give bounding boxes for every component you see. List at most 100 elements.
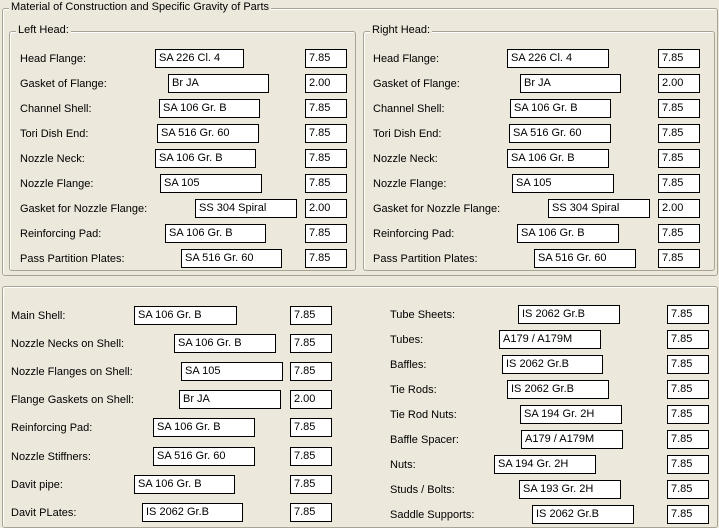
tubes-material-field-2[interactable]: IS 2062 Gr.B: [502, 355, 603, 374]
left-head-sg-field-4[interactable]: 7.85: [305, 149, 347, 168]
left-head-material-field-7[interactable]: SA 106 Gr. B: [165, 224, 266, 243]
tubes-label-8: Saddle Supports:: [390, 509, 475, 521]
tubes-label-3: Tie Rods:: [390, 384, 437, 396]
left-head-label-8: Pass Partition Plates:: [20, 253, 125, 265]
tubes-material-field-4[interactable]: SA 194 Gr. 2H: [520, 405, 622, 424]
shell-label-2: Nozzle Flanges on Shell:: [11, 366, 133, 378]
left-head-sg-field-2[interactable]: 7.85: [305, 99, 347, 118]
right-head-sg-field-8[interactable]: 7.85: [658, 249, 700, 268]
left-head-sg-field-1[interactable]: 2.00: [305, 74, 347, 93]
right-head-label-0: Head Flange:: [373, 53, 440, 65]
shell-sg-field-4[interactable]: 7.85: [290, 418, 332, 437]
left-head-sg-field-6[interactable]: 2.00: [305, 199, 347, 218]
left-head-label-2: Channel Shell:: [20, 103, 92, 115]
right-head-sg-field-0[interactable]: 7.85: [658, 49, 700, 68]
shell-sg-field-7[interactable]: 7.85: [290, 503, 332, 522]
left-head-material-field-5[interactable]: SA 105: [160, 174, 262, 193]
shell-sg-field-3[interactable]: 2.00: [290, 390, 332, 409]
right-head-label-8: Pass Partition Plates:: [373, 253, 478, 265]
tubes-material-field-8[interactable]: IS 2062 Gr.B: [532, 505, 634, 524]
tubes-sg-field-8[interactable]: 7.85: [667, 505, 709, 524]
shell-material-field-7[interactable]: IS 2062 Gr.B: [142, 503, 243, 522]
shell-material-field-1[interactable]: SA 106 Gr. B: [174, 334, 276, 353]
shell-material-field-5[interactable]: SA 516 Gr. 60: [153, 447, 255, 466]
left-head-sg-field-5[interactable]: 7.85: [305, 174, 347, 193]
right-head-material-field-3[interactable]: SA 516 Gr. 60: [509, 124, 611, 143]
tubes-label-0: Tube Sheets:: [390, 309, 456, 321]
tubes-sg-field-7[interactable]: 7.85: [667, 480, 709, 499]
tubes-sg-field-4[interactable]: 7.85: [667, 405, 709, 424]
tubes-material-field-3[interactable]: IS 2062 Gr.B: [507, 380, 609, 399]
tubes-label-7: Studs / Bolts:: [390, 484, 455, 496]
left-head-label-4: Nozzle Neck:: [20, 153, 85, 165]
tubes-label-2: Baffles:: [390, 359, 427, 371]
top-group-title: Material of Construction and Specific Gr…: [9, 1, 271, 13]
right-head-label-6: Gasket for Nozzle Flange:: [373, 203, 501, 215]
left-head-material-field-0[interactable]: SA 226 Cl. 4: [155, 49, 244, 68]
right-head-sg-field-2[interactable]: 7.85: [658, 99, 700, 118]
right-head-sg-field-3[interactable]: 7.85: [658, 124, 700, 143]
shell-label-0: Main Shell:: [11, 310, 66, 322]
right-head-label-4: Nozzle Neck:: [373, 153, 438, 165]
tubes-material-field-1[interactable]: A179 / A179M: [499, 330, 601, 349]
right-head-material-field-6[interactable]: SS 304 Spiral: [548, 199, 650, 218]
shell-sg-field-6[interactable]: 7.85: [290, 475, 332, 494]
tubes-sg-field-3[interactable]: 7.85: [667, 380, 709, 399]
shell-label-6: Davit pipe:: [11, 479, 63, 491]
tubes-sg-field-1[interactable]: 7.85: [667, 330, 709, 349]
shell-label-5: Nozzle Stiffners:: [11, 451, 91, 463]
left-head-material-field-6[interactable]: SS 304 Spiral: [195, 199, 297, 218]
right-head-material-field-7[interactable]: SA 106 Gr. B: [517, 224, 619, 243]
shell-material-field-2[interactable]: SA 105: [181, 362, 283, 381]
left-head-material-field-8[interactable]: SA 516 Gr. 60: [181, 249, 282, 268]
right-head-sg-field-1[interactable]: 2.00: [658, 74, 700, 93]
right-head-material-field-1[interactable]: Br JA: [520, 74, 621, 93]
left-head-sg-field-0[interactable]: 7.85: [305, 49, 347, 68]
shell-material-field-4[interactable]: SA 106 Gr. B: [153, 418, 255, 437]
tubes-label-1: Tubes:: [390, 334, 424, 346]
right-head-sg-field-7[interactable]: 7.85: [658, 224, 700, 243]
left-head-label-1: Gasket of Flange:: [20, 78, 107, 90]
left-head-label-7: Reinforcing Pad:: [20, 228, 102, 240]
right-head-sg-field-6[interactable]: 2.00: [658, 199, 700, 218]
right-head-material-field-0[interactable]: SA 226 Cl. 4: [507, 49, 609, 68]
right-head-material-field-4[interactable]: SA 106 Gr. B: [507, 149, 609, 168]
right-head-label-7: Reinforcing Pad:: [373, 228, 455, 240]
right-head-material-field-8[interactable]: SA 516 Gr. 60: [534, 249, 636, 268]
left-head-label-6: Gasket for Nozzle Flange:: [20, 203, 148, 215]
tubes-sg-field-6[interactable]: 7.85: [667, 455, 709, 474]
right-head-label-3: Tori Dish End:: [373, 128, 442, 140]
tubes-sg-field-5[interactable]: 7.85: [667, 430, 709, 449]
left-head-label-3: Tori Dish End:: [20, 128, 89, 140]
left-head-material-field-1[interactable]: Br JA: [168, 74, 269, 93]
left-head-title: Left Head:: [16, 24, 71, 36]
shell-sg-field-2[interactable]: 7.85: [290, 362, 332, 381]
left-head-label-5: Nozzle Flange:: [20, 178, 94, 190]
tubes-material-field-7[interactable]: SA 193 Gr. 2H: [519, 480, 621, 499]
shell-material-field-3[interactable]: Br JA: [179, 390, 281, 409]
shell-sg-field-0[interactable]: 7.85: [290, 306, 332, 325]
left-head-material-field-2[interactable]: SA 106 Gr. B: [159, 99, 260, 118]
tubes-material-field-5[interactable]: A179 / A179M: [521, 430, 623, 449]
tubes-sg-field-0[interactable]: 7.85: [667, 305, 709, 324]
shell-sg-field-5[interactable]: 7.85: [290, 447, 332, 466]
shell-material-field-6[interactable]: SA 106 Gr. B: [134, 475, 235, 494]
left-head-label-0: Head Flange:: [20, 53, 87, 65]
left-head-material-field-4[interactable]: SA 106 Gr. B: [155, 149, 256, 168]
left-head-material-field-3[interactable]: SA 516 Gr. 60: [157, 124, 259, 143]
right-head-material-field-5[interactable]: SA 105: [512, 174, 614, 193]
shell-sg-field-1[interactable]: 7.85: [290, 334, 332, 353]
left-head-sg-field-3[interactable]: 7.85: [305, 124, 347, 143]
tubes-label-5: Baffle Spacer:: [390, 434, 459, 446]
left-head-sg-field-8[interactable]: 7.85: [305, 249, 347, 268]
tubes-sg-field-2[interactable]: 7.85: [667, 355, 709, 374]
right-head-sg-field-5[interactable]: 7.85: [658, 174, 700, 193]
right-head-material-field-2[interactable]: SA 106 Gr. B: [510, 99, 611, 118]
shell-label-3: Flange Gaskets on Shell:: [11, 394, 134, 406]
tubes-material-field-6[interactable]: SA 194 Gr. 2H: [494, 455, 596, 474]
left-head-sg-field-7[interactable]: 7.85: [305, 224, 347, 243]
shell-label-4: Reinforcing Pad:: [11, 422, 93, 434]
right-head-sg-field-4[interactable]: 7.85: [658, 149, 700, 168]
tubes-material-field-0[interactable]: IS 2062 Gr.B: [518, 305, 620, 324]
shell-material-field-0[interactable]: SA 106 Gr. B: [134, 306, 237, 325]
